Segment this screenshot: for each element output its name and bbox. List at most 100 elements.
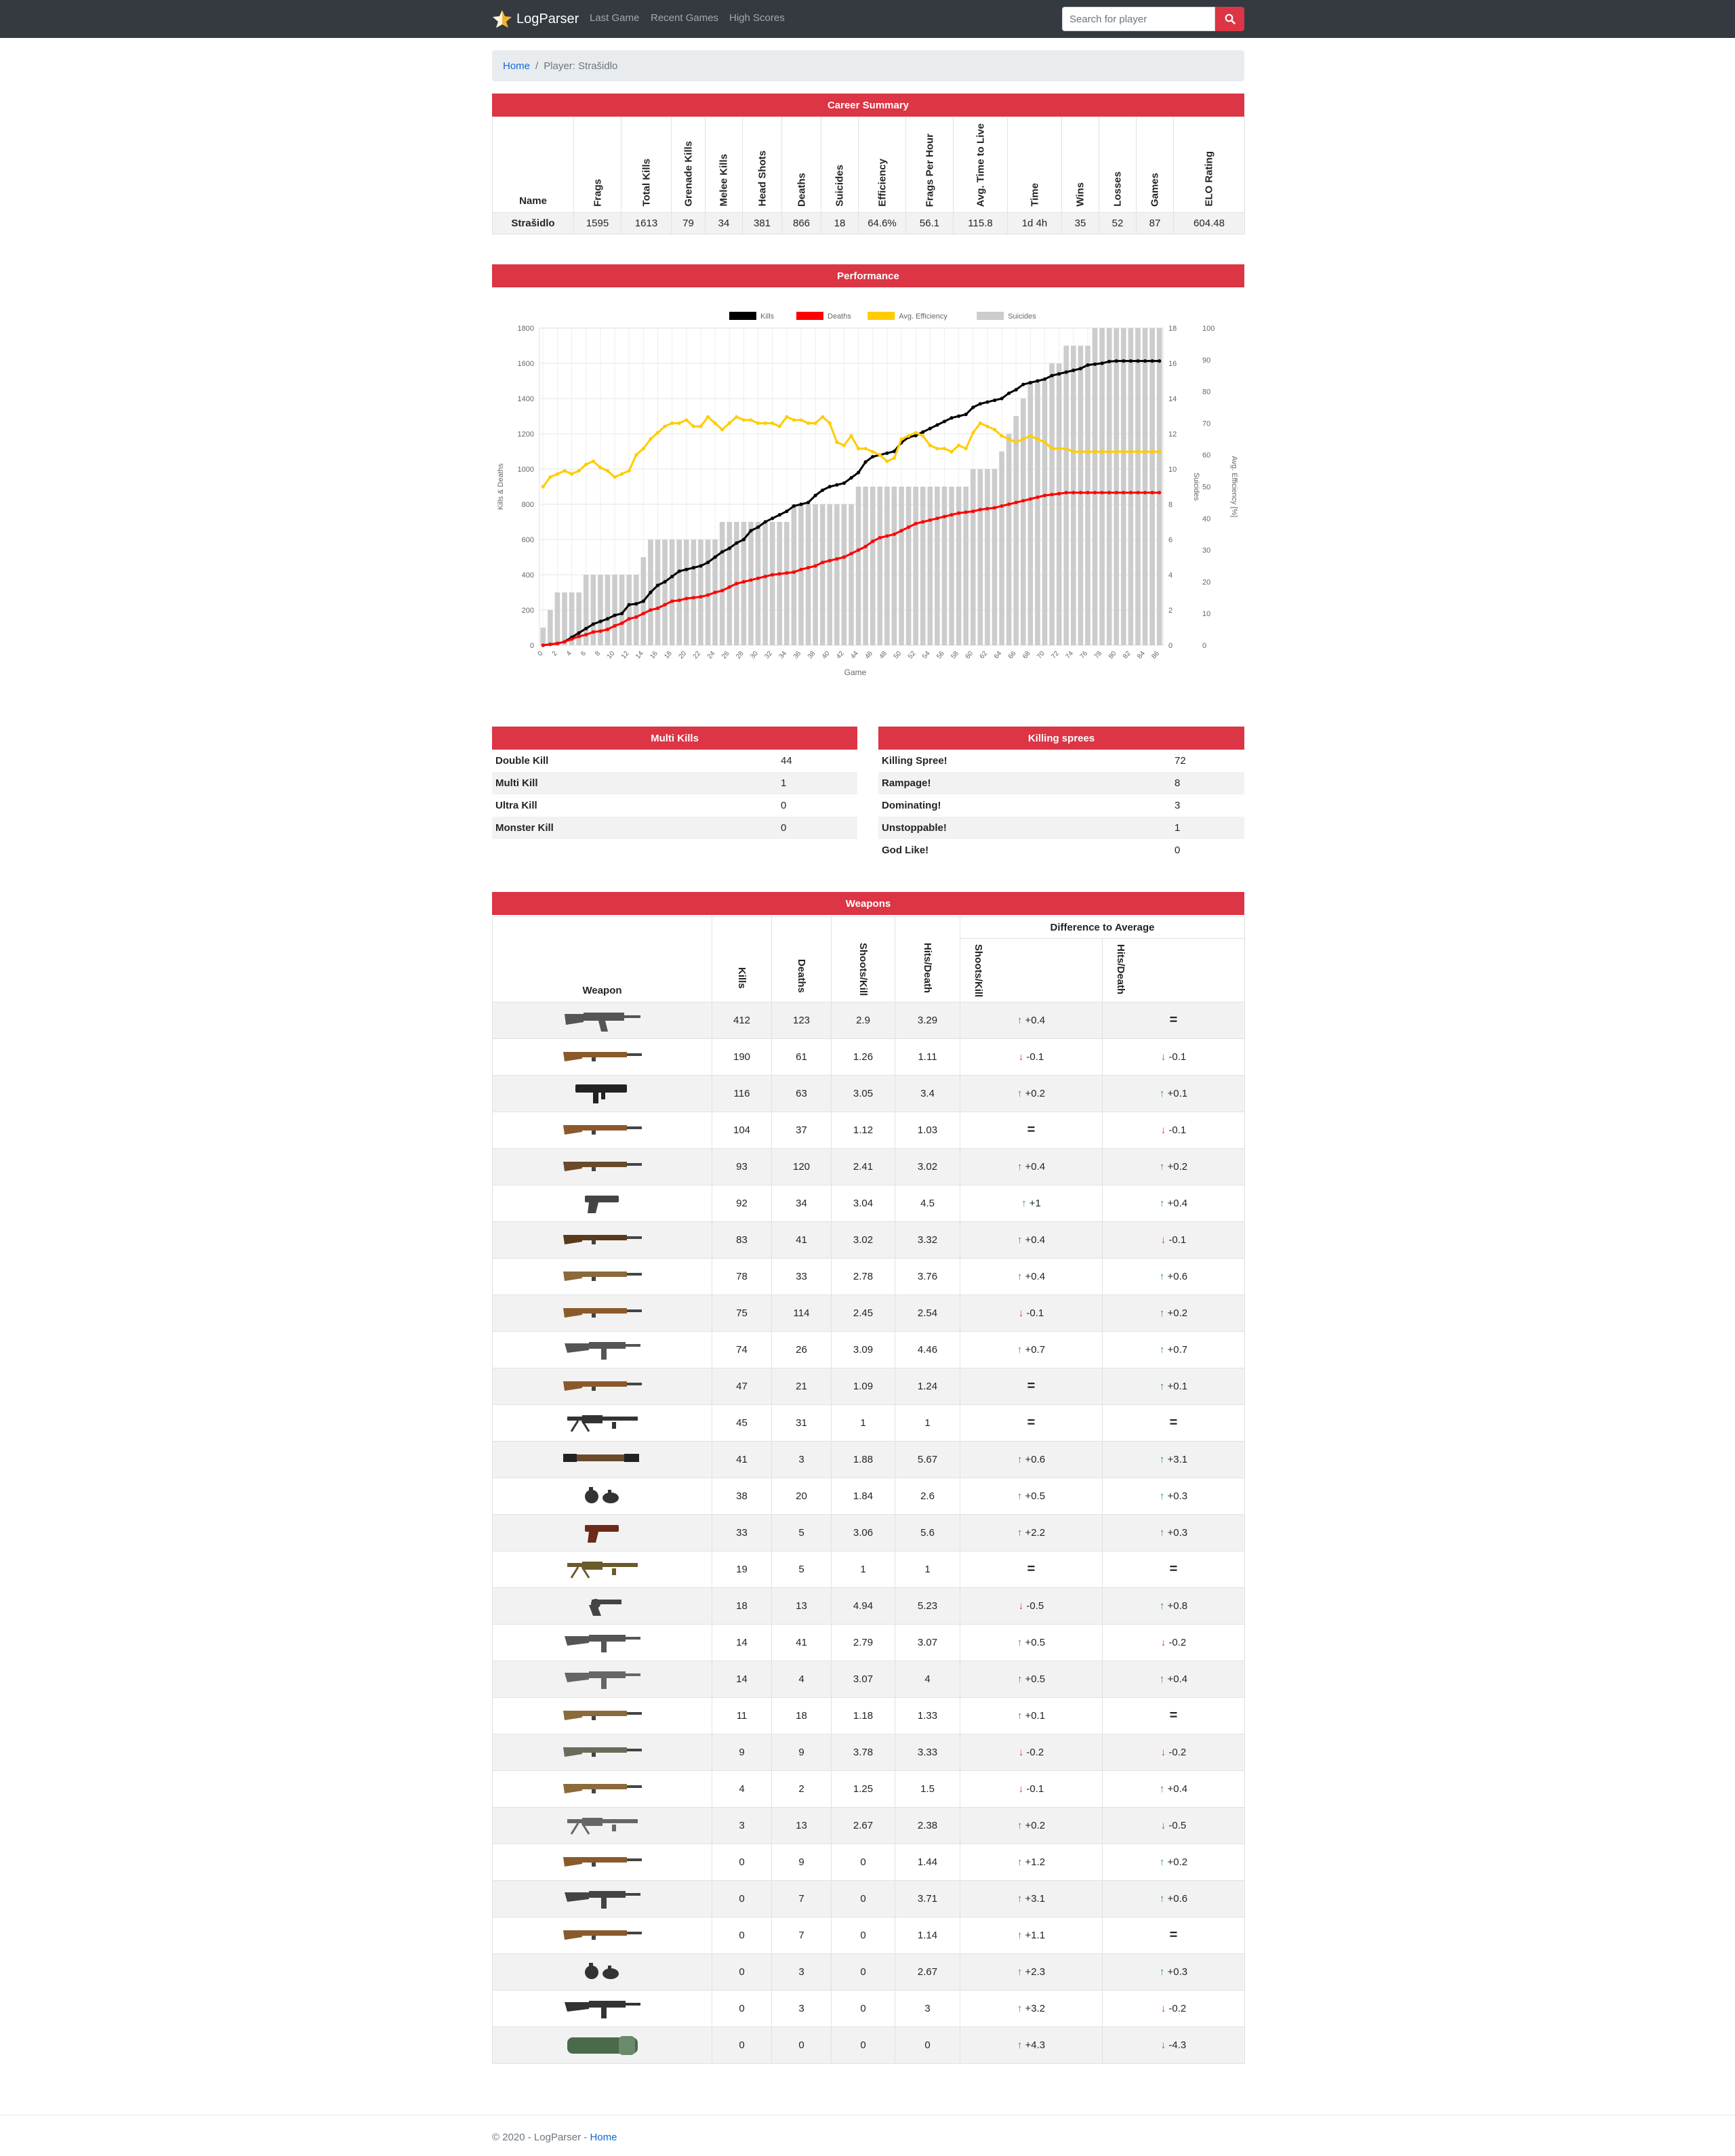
- suicides-bar: [870, 487, 876, 645]
- y3-tick-label: 20: [1202, 578, 1210, 586]
- x-tick-label: 64: [993, 650, 1004, 661]
- suicides-bar: [841, 504, 847, 645]
- x-tick-label: 26: [720, 650, 731, 661]
- sprees-label: Rampage!: [878, 772, 1171, 794]
- weapon-hpd: 2.67: [895, 1953, 960, 1991]
- kills-point: [1107, 359, 1111, 363]
- x-tick-label: 22: [692, 650, 703, 661]
- diff-d1-value: -0.5: [1026, 1600, 1044, 1612]
- weapon-deaths: 63: [771, 1075, 832, 1112]
- kills-point: [641, 599, 645, 603]
- suicides-bar: [777, 522, 783, 645]
- efficiency-point: [1000, 434, 1004, 438]
- efficiency-point: [835, 440, 839, 445]
- nav-recent-games[interactable]: Recent Games: [651, 12, 718, 24]
- efficiency-point: [1143, 449, 1147, 454]
- weapon-spk: 3.02: [831, 1221, 895, 1259]
- kills-point: [1000, 396, 1004, 401]
- deaths-point: [785, 571, 789, 575]
- bazooka-weapon-icon: [563, 1453, 639, 1462]
- kills-point: [885, 451, 889, 455]
- y3-tick-label: 60: [1202, 451, 1210, 460]
- x-tick-label: 54: [921, 650, 932, 661]
- nav-high-scores[interactable]: High Scores: [729, 12, 785, 24]
- kills-point: [799, 502, 803, 506]
- weapon-row: 93 120 2.41 3.02 ↑ +0.4 ↑ +0.2: [492, 1148, 1246, 1185]
- career-col-label: ELO Rating: [1203, 151, 1215, 207]
- efficiency-point: [849, 434, 853, 438]
- multi-label: Monster Kill: [492, 817, 777, 839]
- suicides-bar: [941, 487, 947, 645]
- legend-swatch: [729, 312, 756, 320]
- diff-d1-cell: =: [960, 1551, 1103, 1588]
- weapon-hpd: 3.4: [895, 1075, 960, 1112]
- sprees-value: 72: [1175, 755, 1186, 767]
- x-tick-label: 14: [634, 650, 645, 661]
- efficiency-point: [914, 430, 918, 435]
- kills-point: [1007, 391, 1011, 395]
- diff-d1-cell: ↑ +0.1: [960, 1697, 1103, 1734]
- arrow-up-icon: ↑: [1017, 2003, 1025, 2014]
- nav-last-game[interactable]: Last Game: [590, 12, 639, 24]
- weapon-kills: 116: [712, 1075, 772, 1112]
- y-tick-label: 0: [530, 642, 534, 650]
- deaths-point: [964, 510, 968, 514]
- weapon-icon-cell: [492, 1917, 712, 1954]
- weapon-row: 0 0 0 0 ↑ +4.3 ↓ -4.3: [492, 2027, 1246, 2064]
- diff-d2-cell: ↑ +0.3: [1101, 1514, 1246, 1551]
- y3-tick-label: 80: [1202, 388, 1210, 396]
- breadcrumb-home[interactable]: Home: [503, 60, 530, 72]
- equal-icon: =: [1027, 1379, 1036, 1394]
- suicides-bar: [1099, 328, 1105, 645]
- search-input[interactable]: [1062, 7, 1215, 31]
- career-col-6: Deaths: [781, 117, 821, 213]
- efficiency-point: [899, 437, 903, 441]
- efficiency-point: [591, 459, 595, 464]
- deaths-point: [699, 594, 703, 599]
- diff-d1-value: +0.4: [1025, 1234, 1046, 1246]
- weapon-spk: 2.41: [831, 1148, 895, 1185]
- diff-d1-cell: ↑ +1.1: [960, 1917, 1103, 1954]
- career-cell-13: 52: [1099, 212, 1137, 235]
- efficiency-point: [613, 475, 617, 479]
- diff-d2-cell: ↑ +0.6: [1101, 1880, 1246, 1917]
- multi-value: 0: [781, 800, 787, 811]
- kills-point: [964, 412, 968, 416]
- weapons-header: Weapons: [492, 892, 1244, 915]
- efficiency-point: [777, 424, 781, 428]
- kills-point: [1158, 359, 1162, 363]
- deaths-point: [763, 575, 767, 579]
- brand[interactable]: LogParser: [492, 7, 579, 31]
- career-col-15: ELO Rating: [1173, 117, 1245, 213]
- kills-point: [655, 584, 660, 588]
- footer-home-link[interactable]: Home: [590, 2132, 617, 2143]
- kills-point: [1150, 359, 1154, 363]
- deaths-point: [1158, 491, 1162, 495]
- weapon-deaths: 9: [771, 1844, 832, 1881]
- y2-tick-label: 6: [1168, 536, 1172, 544]
- arrow-down-icon: ↓: [1160, 1747, 1169, 1758]
- suicides-bar: [1078, 346, 1084, 645]
- efficiency-point: [785, 415, 789, 419]
- weapon-row: 78 33 2.78 3.76 ↑ +0.4 ↑ +0.6: [492, 1258, 1246, 1295]
- deaths-point: [634, 615, 638, 619]
- weapon-kills: 0: [712, 1917, 772, 1954]
- diff-d2-value: +0.4: [1167, 1673, 1188, 1685]
- kills-point: [591, 622, 595, 626]
- search-button[interactable]: [1215, 7, 1244, 31]
- sprees-value: 8: [1171, 772, 1244, 794]
- weapon-kills: 19: [712, 1551, 772, 1588]
- deaths-point: [906, 525, 911, 529]
- efficiency-point: [957, 443, 961, 447]
- deaths-point: [1028, 497, 1032, 501]
- career-col-label: Games: [1149, 172, 1161, 207]
- efficiency-point: [634, 453, 638, 457]
- diff-d2-cell: ↓ -0.2: [1101, 1734, 1246, 1771]
- mg-weapon-icon: [567, 1817, 638, 1835]
- suicides-bar: [1035, 381, 1040, 645]
- y-tick-label: 1600: [518, 360, 534, 368]
- x-tick-label: 62: [979, 650, 989, 661]
- weapon-kills: 412: [712, 1002, 772, 1039]
- kills-point: [806, 500, 811, 504]
- efficiency-point: [856, 447, 861, 451]
